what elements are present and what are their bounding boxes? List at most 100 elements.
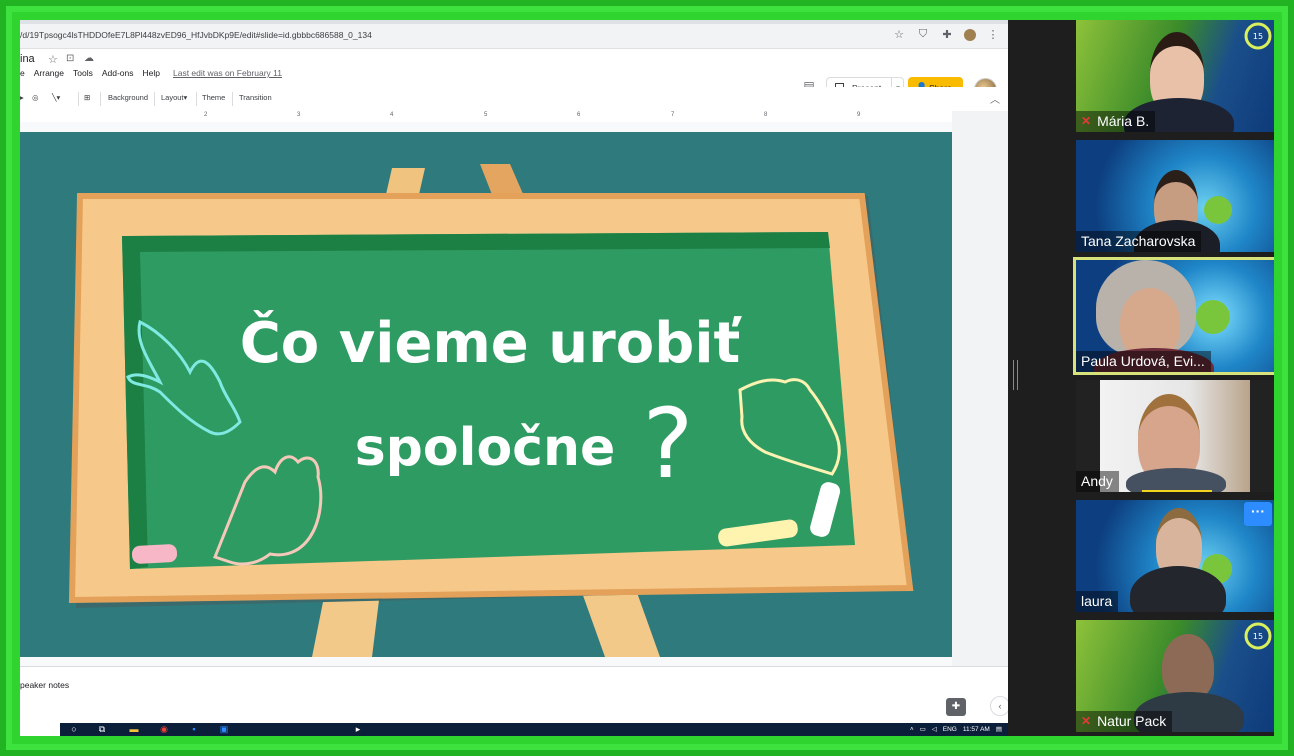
ruler-tick: 9 [857, 112, 861, 118]
canvas-margin [952, 122, 1008, 682]
app-icon[interactable]: ▪ [188, 724, 200, 735]
background-button[interactable]: Background [108, 93, 148, 102]
ruler-tick: 5 [484, 112, 488, 118]
tray-language[interactable]: ENG [943, 723, 957, 736]
system-tray: ˄ ▭ ◁ ENG 11:57 AM ▤ [910, 723, 1002, 736]
speaker-notes-panel[interactable]: peaker notes ✚ ‹ [20, 674, 1008, 722]
star-icon[interactable]: ☆ [48, 53, 58, 66]
participant-name: Mária B. [1097, 113, 1150, 129]
participant-name-tag: ✕ Natur Pack [1076, 711, 1173, 732]
participant-name: Paula Urdová, Evi... [1081, 353, 1205, 369]
easel-leg-front-right [580, 587, 660, 657]
slides-header: ina ☆ ⊡ ☁ e Arrange Tools Add-ons Help L… [20, 49, 1008, 101]
participant-tile[interactable]: 15 ✕ Natur Pack [1076, 620, 1274, 732]
participant-tile[interactable]: ··· laura [1076, 500, 1274, 612]
svg-text:15: 15 [1253, 632, 1263, 641]
notifications-icon[interactable]: ▤ [996, 723, 1002, 736]
side-panel-toggle-icon[interactable]: ‹ [990, 696, 1008, 716]
url-text[interactable]: /d/19Tpsogc4lsTHDDOfeE7L8Pl448zvED96_HfJ… [20, 30, 372, 40]
select-tool-icon[interactable]: ▸ [20, 93, 24, 102]
cloud-status-icon: ☁ [84, 53, 94, 64]
participant-tile[interactable]: 15 ✕ Mária B. [1076, 20, 1274, 132]
participant-tile[interactable]: Andy [1076, 380, 1274, 492]
windows-taskbar: ○ ⧉ ▬ ◉ ▪ ▣ ▸ ˄ ▭ ◁ ENG 11:57 AM ▤ [60, 723, 1008, 736]
toolbar-divider [78, 92, 79, 106]
menu-bar: e Arrange Tools Add-ons Help Last edit w… [20, 68, 291, 78]
cursor-icon: ▸ [355, 724, 361, 734]
browser-menu-icon[interactable]: ⋮ [986, 28, 1000, 41]
anniversary-logo: 15 [1244, 622, 1272, 650]
chrome-icon[interactable]: ◉ [158, 724, 170, 735]
last-edit-link[interactable]: Last edit was on February 11 [173, 68, 282, 78]
question-mark: ? [643, 388, 694, 500]
menu-item-addons[interactable]: Add-ons [102, 68, 134, 78]
task-view-icon[interactable]: ⧉ [96, 724, 108, 735]
line-tool-icon[interactable]: ╲▾ [52, 93, 60, 102]
participant-name: laura [1081, 593, 1113, 609]
bookmark-star-icon[interactable]: ☆ [892, 28, 906, 41]
theme-button[interactable]: Theme [202, 93, 225, 102]
address-bar[interactable]: /d/19Tpsogc4lsTHDDOfeE7L8Pl448zvED96_HfJ… [20, 24, 1008, 49]
layout-button[interactable]: Layout▾ [161, 93, 187, 102]
shared-browser-window: /d/19Tpsogc4lsTHDDOfeE7L8Pl448zvED96_HfJ… [20, 20, 1008, 736]
slides-toolbar: ▸ ◎ ╲▾ ⊞ Background Layout▾ Theme Transi… [20, 87, 1008, 112]
more-options-button[interactable]: ··· [1244, 502, 1272, 526]
participant-name: Tana Zacharovska [1081, 233, 1196, 249]
panel-resize-handle[interactable] [1013, 360, 1018, 390]
layout-label: Layout [161, 93, 184, 102]
document-title[interactable]: ina [20, 53, 35, 65]
participant-name-tag: Andy [1076, 471, 1119, 492]
collapse-toolbar-icon[interactable]: ︿ [990, 91, 1000, 106]
menu-item-format[interactable]: e [20, 68, 25, 78]
comment-add-icon[interactable]: ⊞ [84, 93, 90, 102]
svg-text:15: 15 [1253, 32, 1263, 41]
slide[interactable]: Čo vieme urobiť spoločne ? [20, 132, 952, 657]
shape-tool-icon[interactable]: ◎ [32, 93, 39, 102]
address-bar-icons: ☆ ⛉ ✚ ⋮ [892, 28, 1000, 41]
toolbar-divider [100, 92, 101, 106]
ruler-tick: 7 [671, 112, 675, 118]
tray-network-icon[interactable]: ▭ [920, 723, 926, 736]
explore-icon[interactable]: ✚ [946, 698, 966, 716]
participant-name: Natur Pack [1097, 713, 1167, 729]
participant-name-tag: laura [1076, 591, 1119, 612]
tray-volume-icon[interactable]: ◁ [932, 723, 937, 736]
transition-button[interactable]: Transition [239, 93, 272, 102]
participant-name: Andy [1081, 473, 1113, 489]
move-folder-icon[interactable]: ⊡ [66, 53, 74, 64]
ruler-margin [952, 111, 1008, 122]
file-explorer-icon[interactable]: ▬ [128, 724, 140, 735]
menu-item-tools[interactable]: Tools [73, 68, 93, 78]
slide-title-line1: Čo vieme urobiť [240, 311, 743, 376]
menu-item-arrange[interactable]: Arrange [34, 68, 64, 78]
participant-name-tag: Paula Urdová, Evi... [1076, 351, 1211, 372]
extensions-icon[interactable]: ✚ [940, 28, 954, 41]
ruler-tick: 6 [577, 112, 581, 118]
profile-avatar-icon[interactable] [964, 29, 976, 41]
muted-mic-icon: ✕ [1081, 714, 1092, 728]
ruler-tick: 2 [204, 112, 208, 118]
anniversary-logo: 15 [1244, 22, 1272, 50]
chalk-pink [131, 544, 178, 564]
tray-clock[interactable]: 11:57 AM [963, 723, 990, 736]
zoom-app-icon[interactable]: ▣ [218, 724, 230, 735]
toolbar-divider [232, 92, 233, 106]
muted-mic-icon: ✕ [1081, 114, 1092, 128]
speaker-notes-placeholder[interactable]: peaker notes [20, 680, 69, 690]
search-icon[interactable]: ○ [68, 724, 80, 735]
slide-title-line2: spoločne [355, 418, 616, 478]
slide-artwork: Čo vieme urobiť spoločne ? [68, 164, 914, 657]
toolbar-divider [154, 92, 155, 106]
menu-item-help[interactable]: Help [143, 68, 160, 78]
pocket-icon[interactable]: ⛉ [916, 28, 930, 41]
participant-tile-active-speaker[interactable]: Paula Urdová, Evi... [1073, 257, 1274, 375]
screen: /d/19Tpsogc4lsTHDDOfeE7L8Pl448zvED96_HfJ… [20, 20, 1274, 736]
participant-tile[interactable]: Tana Zacharovska [1076, 140, 1274, 252]
ruler-tick: 4 [390, 112, 394, 118]
background-planet [1196, 300, 1230, 334]
ruler-tick: 3 [297, 112, 301, 118]
toolbar-divider [196, 92, 197, 106]
ruler-tick: 8 [764, 112, 768, 118]
tray-up-icon[interactable]: ˄ [910, 723, 914, 736]
participant-body [1126, 468, 1226, 492]
